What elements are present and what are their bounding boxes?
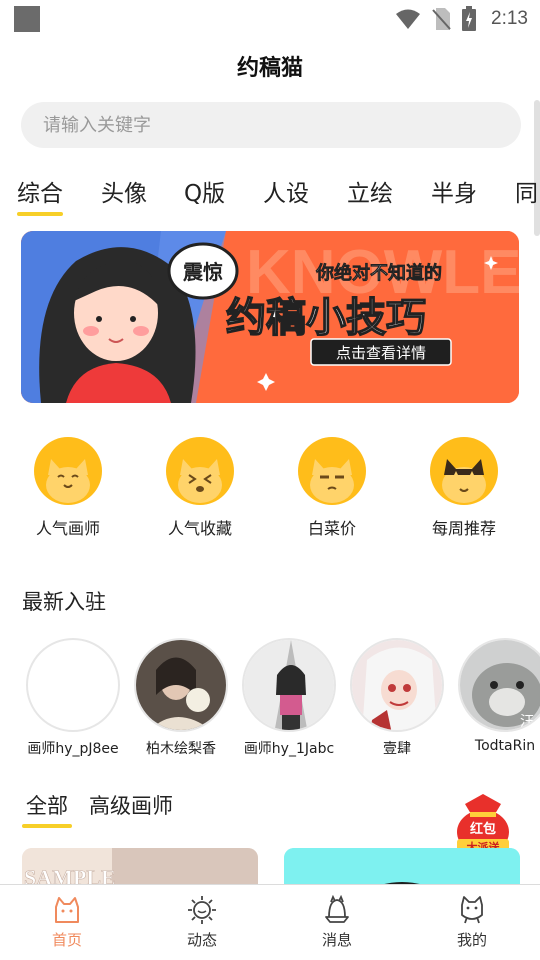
nav-label: 动态 — [186, 931, 217, 949]
tab-label: 综合 — [17, 181, 63, 207]
banner-subtitle: 你绝对不知道的 — [315, 262, 442, 284]
avatar — [26, 638, 120, 732]
cat-grumpy-icon — [298, 437, 366, 505]
section-title-newest: 最新入驻 — [22, 590, 106, 614]
artist-name: 画师hy_1Jabc — [243, 741, 335, 757]
home-cat-icon — [55, 897, 79, 923]
nav-label: 我的 — [456, 931, 487, 949]
avatar-overlay: 汪 — [520, 714, 534, 730]
battery-icon — [462, 6, 477, 31]
banner-button[interactable]: 点击查看详情 — [336, 344, 426, 362]
tab-character-design[interactable]: 人设 — [263, 174, 309, 208]
nav-label: 消息 — [321, 931, 352, 949]
category-tabs: 综合 头像 Q版 人设 立绘 半身 同 — [0, 170, 540, 216]
nav-profile[interactable]: 我的 — [427, 895, 517, 950]
tab-label: 全部 — [26, 794, 68, 818]
tab-chibi[interactable]: Q版 — [184, 174, 225, 208]
tab-label: 半身 — [431, 181, 477, 207]
quick-bargain[interactable]: 白菜价 — [277, 437, 387, 539]
wifi-icon — [396, 9, 421, 29]
tab-general[interactable]: 综合 — [17, 174, 63, 216]
nav-feed[interactable]: 动态 — [157, 895, 247, 950]
tab-label: 高级画师 — [89, 794, 173, 818]
avatar — [134, 638, 228, 732]
sun-cat-icon — [188, 896, 216, 924]
quick-weekly-picks[interactable]: 每周推荐 — [409, 437, 519, 539]
tab-label: 头像 — [101, 181, 147, 207]
cat-sparkle-icon — [430, 437, 498, 505]
search-bar[interactable] — [21, 102, 521, 148]
avatar — [242, 638, 336, 732]
notification-icon — [14, 6, 40, 32]
artist-card[interactable]: 汪 TodtaRin — [451, 638, 540, 754]
quick-label: 人气收藏 — [167, 519, 232, 538]
newest-artists-row: 画师hy_pJ8ee 柏木绘梨香 画师hy_1Jabc 壹肆 汪 TodtaRi… — [0, 638, 540, 768]
quick-popular-artists[interactable]: 人气画师 — [13, 437, 123, 539]
promo-banner[interactable]: KNOWLEDGE ZHISHI 震惊 你绝对不知道的 约稿小技巧 点击查看详情 — [21, 231, 519, 403]
nav-label: 首页 — [51, 931, 82, 949]
quick-label: 每周推荐 — [431, 519, 496, 538]
artist-card[interactable]: 画师hy_1Jabc — [235, 638, 343, 758]
avatar — [350, 638, 444, 732]
avatar: 汪 — [458, 638, 540, 732]
bell-cat-icon — [325, 895, 349, 923]
tab-senior-artists[interactable]: 高级画师 — [89, 790, 173, 820]
search-input[interactable] — [21, 102, 521, 148]
tab-label: 立绘 — [347, 181, 393, 207]
artist-name: 柏木绘梨香 — [146, 741, 216, 757]
artist-name: 画师hy_pJ8ee — [27, 741, 119, 757]
banner-title: 约稿小技巧 — [226, 295, 426, 341]
nav-messages[interactable]: 消息 — [292, 895, 382, 950]
cat-dizzy-icon — [166, 437, 234, 505]
bottom-nav: 首页 动态 消息 我的 — [0, 884, 540, 960]
tab-label: 人设 — [263, 181, 309, 207]
tab-all[interactable]: 全部 — [22, 790, 72, 828]
quick-popular-favorites[interactable]: 人气收藏 — [145, 437, 255, 539]
quick-entry-row: 人气画师 人气收藏 白菜价 每周推荐 — [0, 437, 540, 547]
no-sim-icon — [432, 8, 451, 30]
artist-card[interactable]: 画师hy_pJ8ee — [19, 638, 127, 758]
quick-label: 白菜价 — [307, 519, 356, 538]
nav-home[interactable]: 首页 — [22, 895, 112, 950]
artist-card[interactable]: 柏木绘梨香 — [127, 638, 235, 758]
artist-name: TodtaRin — [474, 738, 536, 754]
status-bar: 2:13 — [0, 0, 540, 38]
tab-label: Q版 — [184, 181, 226, 207]
artist-card[interactable]: 壹肆 — [343, 638, 451, 758]
tab-more[interactable]: 同 — [515, 174, 538, 208]
tab-label: 同 — [515, 181, 538, 207]
banner-art: KNOWLEDGE ZHISHI 震惊 你绝对不知道的 约稿小技巧 点击查看详情 — [21, 231, 519, 403]
work-card[interactable]: SAMPLE — [22, 848, 258, 888]
artist-name: 壹肆 — [383, 741, 411, 757]
tab-avatar[interactable]: 头像 — [101, 174, 147, 208]
tab-standing[interactable]: 立绘 — [347, 174, 393, 208]
cat-smile-icon — [34, 437, 102, 505]
work-card[interactable] — [284, 848, 520, 888]
clock: 2:13 — [491, 8, 528, 29]
tab-half-body[interactable]: 半身 — [431, 174, 477, 208]
quick-label: 人气画师 — [35, 519, 100, 538]
red-packet-line1: 红包 — [470, 821, 496, 837]
page-title: 约稿猫 — [236, 56, 303, 81]
profile-cat-icon — [461, 896, 483, 924]
banner-tag: 震惊 — [183, 260, 223, 284]
